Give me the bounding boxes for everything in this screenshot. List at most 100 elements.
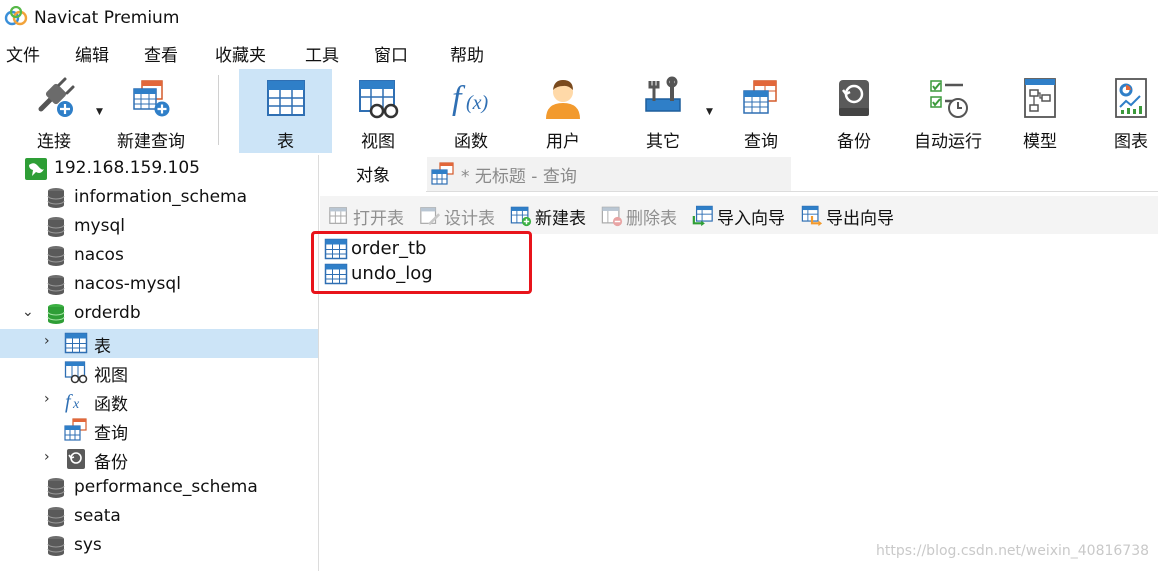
tab-objects[interactable]: 对象 [320, 155, 426, 192]
table-list-item[interactable]: order_tb [324, 236, 426, 261]
delete-table-button[interactable]: 删除表 [601, 203, 677, 229]
toolbar-new-query-button[interactable]: 新建查询 [110, 69, 192, 153]
tab-untitled-query[interactable]: * 无标题 - 查询 [427, 157, 791, 191]
model-icon [1024, 78, 1056, 118]
menu-edit[interactable]: 编辑 [75, 41, 109, 66]
tree-item-database[interactable]: information_schema [0, 184, 318, 213]
table-list-item[interactable]: undo_log [324, 261, 433, 286]
toolbar-separator [218, 75, 219, 145]
new-table-button[interactable]: 新建表 [510, 203, 586, 229]
chevron-right-icon[interactable]: › [44, 333, 50, 349]
button-label: 设计表 [444, 208, 495, 229]
database-open-icon [44, 302, 68, 326]
toolbar-label: 表 [277, 132, 294, 152]
import-wizard-button[interactable]: 导入向导 [692, 203, 785, 229]
toolbar-label: 新建查询 [117, 132, 185, 152]
menu-bar: 文件 编辑 查看 收藏夹 工具 窗口 帮助 [0, 35, 1158, 69]
menu-file[interactable]: 文件 [6, 41, 40, 66]
toolbar-function-button[interactable]: f (x) 函数 [434, 69, 508, 153]
open-table-button[interactable]: 打开表 [328, 203, 404, 229]
chevron-down-icon[interactable]: ⌄ [22, 304, 34, 320]
delete-table-icon [601, 206, 623, 227]
tree-item-label: mysql [74, 216, 125, 236]
database-icon [44, 244, 68, 268]
tree-item-views[interactable]: 视图 [0, 358, 318, 387]
connection-icon [25, 158, 47, 180]
chevron-right-icon[interactable]: › [44, 391, 50, 407]
database-icon [44, 476, 68, 500]
tree-item-backups[interactable]: › 备份 [0, 445, 318, 474]
tree-item-tables[interactable]: › 表 [0, 329, 318, 358]
backup-icon [67, 449, 85, 469]
watermark-text: https://blog.csdn.net/weixin_40816738 [876, 543, 1150, 559]
chevron-right-icon[interactable]: › [44, 449, 50, 465]
tree-item-database[interactable]: seata [0, 503, 318, 532]
button-label: 新建表 [535, 208, 586, 229]
database-icon [44, 186, 68, 210]
connect-dropdown-icon[interactable]: ▼ [96, 107, 103, 117]
tree-item-database[interactable]: performance_schema [0, 474, 318, 503]
database-icon [44, 273, 68, 297]
svg-text:(x): (x) [466, 92, 489, 114]
table-icon [324, 237, 348, 261]
menu-window[interactable]: 窗口 [374, 41, 408, 66]
toolbar-model-button[interactable]: 模型 [1008, 69, 1072, 153]
toolbar-connect-button[interactable]: 连接 [14, 69, 94, 153]
toolbar-label: 查询 [744, 132, 778, 152]
object-list: order_tb undo_log [320, 234, 1158, 571]
tree-item-functions[interactable]: › f x 函数 [0, 387, 318, 416]
query-icon [431, 162, 454, 185]
database-icon [44, 505, 68, 529]
button-label: 删除表 [626, 208, 677, 229]
object-toolbar: 打开表 设计表 新建表 删除表 导入向导 导出向导 [320, 196, 1158, 234]
toolbar-label: 连接 [37, 132, 71, 152]
toolbar-chart-button[interactable]: 图表 [1104, 69, 1158, 153]
open-table-icon [329, 207, 347, 224]
toolbar-label: 模型 [1023, 132, 1057, 152]
toolbar-user-button[interactable]: 用户 [526, 69, 600, 153]
toolbar-view-button[interactable]: 视图 [340, 69, 416, 153]
toolbar-label: 用户 [546, 132, 580, 152]
backup-icon [839, 80, 869, 116]
tree-item-database-open[interactable]: ⌄ orderdb [0, 300, 318, 329]
toolbar-label: 函数 [454, 132, 488, 152]
svg-text:f: f [65, 391, 73, 413]
tree-item-queries[interactable]: 查询 [0, 416, 318, 445]
tree-item-label: performance_schema [74, 477, 258, 497]
tree-item-label: 备份 [94, 453, 128, 473]
tools-icon [645, 76, 681, 112]
title-bar: Navicat Premium [0, 0, 1158, 35]
toolbar-label: 视图 [361, 132, 395, 152]
others-dropdown-icon[interactable]: ▼ [706, 107, 713, 117]
import-wizard-icon [692, 205, 713, 227]
tree-item-database[interactable]: nacos-mysql [0, 271, 318, 300]
design-table-button[interactable]: 设计表 [419, 203, 495, 229]
tree-item-label: 函数 [94, 395, 128, 415]
tree-item-connection[interactable]: ⌄ 192.168.159.105 [0, 155, 318, 184]
menu-favorites[interactable]: 收藏夹 [215, 41, 266, 66]
toolbar-auto-run-button[interactable]: 自动运行 [904, 69, 992, 153]
menu-help[interactable]: 帮助 [450, 41, 484, 66]
database-icon [44, 534, 68, 558]
toolbar-query-button[interactable]: 查询 [723, 69, 799, 153]
svg-text:x: x [72, 397, 80, 412]
query-icon [743, 80, 777, 114]
database-icon [44, 215, 68, 239]
toolbar-table-button[interactable]: 表 [239, 69, 332, 153]
toolbar-backup-button[interactable]: 备份 [816, 69, 892, 153]
new-table-icon [510, 206, 532, 227]
tree-item-database[interactable]: nacos [0, 242, 318, 271]
view-icon [359, 80, 399, 119]
table-icon [324, 262, 348, 286]
menu-view[interactable]: 查看 [144, 41, 178, 66]
main-toolbar: 连接 ▼ 新建查询 表 视图 f (x) 函数 用户 其它 ▼ 查询 备份 自动… [0, 69, 1158, 154]
table-icon [266, 80, 305, 116]
tree-item-label: seata [74, 506, 121, 526]
button-label: 导出向导 [826, 208, 894, 229]
navigation-tree[interactable]: ⌄ 192.168.159.105 information_schema mys… [0, 155, 319, 571]
tree-item-database[interactable]: sys [0, 532, 318, 561]
toolbar-others-button[interactable]: 其它 [624, 69, 702, 153]
export-wizard-button[interactable]: 导出向导 [801, 203, 894, 229]
menu-tools[interactable]: 工具 [305, 41, 339, 66]
tree-item-database[interactable]: mysql [0, 213, 318, 242]
